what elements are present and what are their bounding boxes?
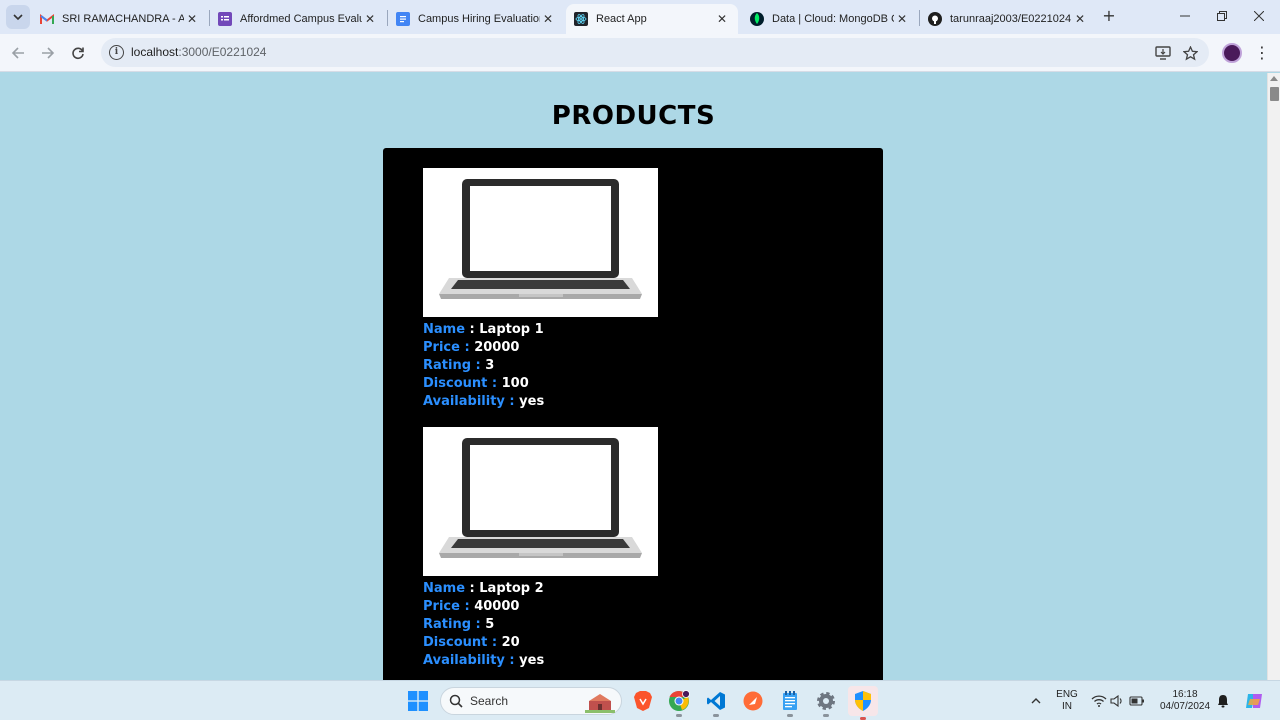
browser-toolbar: i localhost:3000/E0221024 ⋮ bbox=[0, 34, 1280, 72]
chevron-up-icon[interactable] bbox=[1024, 689, 1048, 713]
tab-github[interactable]: tarunraaj2003/E0221024 ✕ bbox=[920, 4, 1096, 34]
search-placeholder: Search bbox=[470, 694, 509, 708]
menu-dots-icon[interactable]: ⋮ bbox=[1254, 43, 1270, 63]
product-availability: Availability : yes bbox=[423, 653, 545, 668]
arrow-right-icon bbox=[42, 47, 55, 59]
bookmark-star-icon[interactable] bbox=[1181, 44, 1199, 62]
product-rating: Rating : 3 bbox=[423, 358, 495, 373]
restore-icon[interactable] bbox=[1214, 8, 1230, 24]
security-shield-icon[interactable] bbox=[848, 686, 878, 720]
tab-title: SRI RAMACHANDRA - Affo bbox=[62, 13, 184, 25]
tab-title: Campus Hiring Evaluation bbox=[418, 13, 540, 25]
back-button[interactable] bbox=[8, 43, 28, 63]
battery-icon[interactable] bbox=[1128, 689, 1146, 713]
product-availability: Availability : yes bbox=[423, 394, 545, 409]
vscode-icon[interactable] bbox=[704, 689, 728, 717]
page-viewport: PRODUCTS Name : Laptop 1 Price : 20000 R… bbox=[0, 73, 1267, 680]
product-card: Name : Laptop 1 Price : 20000 Rating : 3… bbox=[423, 168, 723, 411]
close-icon[interactable]: ✕ bbox=[1072, 11, 1088, 27]
product-name: Name : Laptop 2 bbox=[423, 581, 544, 596]
product-price: Price : 20000 bbox=[423, 340, 520, 355]
close-icon[interactable]: ✕ bbox=[184, 11, 200, 27]
product-name: Name : Laptop 1 bbox=[423, 322, 544, 337]
copilot-icon[interactable] bbox=[1242, 689, 1266, 713]
forms-icon bbox=[218, 12, 232, 26]
product-card: Name : Laptop 2 Price : 40000 Rating : 5… bbox=[423, 427, 723, 670]
github-icon bbox=[928, 12, 942, 26]
minimize-icon[interactable] bbox=[1177, 8, 1193, 24]
window-close-icon[interactable] bbox=[1251, 8, 1267, 24]
site-info-icon[interactable]: i bbox=[109, 45, 124, 60]
install-app-icon[interactable] bbox=[1154, 44, 1172, 62]
docs-icon bbox=[396, 12, 410, 26]
search-highlight-image bbox=[585, 694, 615, 713]
url-text[interactable]: localhost:3000/E0221024 bbox=[131, 45, 266, 59]
running-indicator bbox=[676, 714, 682, 717]
search-icon bbox=[449, 694, 463, 708]
settings-gear-icon[interactable] bbox=[814, 689, 838, 717]
close-icon[interactable]: ✕ bbox=[540, 11, 556, 27]
clock[interactable]: 16:18 04/07/2024 bbox=[1150, 689, 1220, 713]
product-discount: Discount : 20 bbox=[423, 635, 520, 650]
reload-icon bbox=[72, 47, 84, 60]
tab-title: tarunraaj2003/E0221024 bbox=[950, 13, 1072, 25]
products-panel: Name : Laptop 1 Price : 20000 Rating : 3… bbox=[383, 148, 883, 680]
close-icon[interactable]: ✕ bbox=[362, 11, 378, 27]
laptop-image bbox=[423, 168, 658, 317]
windows-taskbar: Search ENG IN 16:18 04/07/2024 bbox=[0, 680, 1280, 720]
volume-icon[interactable] bbox=[1108, 689, 1126, 713]
reload-button[interactable] bbox=[68, 43, 88, 63]
notepad-icon[interactable] bbox=[778, 689, 802, 717]
scroll-up-arrow-icon[interactable] bbox=[1270, 76, 1278, 81]
tab-title: React App bbox=[596, 13, 647, 25]
mongodb-icon bbox=[750, 12, 764, 26]
tab-strip: SRI RAMACHANDRA - Affo ✕ Affordmed Campu… bbox=[0, 0, 1280, 34]
product-discount: Discount : 100 bbox=[423, 376, 529, 391]
language-indicator[interactable]: ENG IN bbox=[1052, 689, 1082, 713]
arrow-left-icon bbox=[11, 47, 24, 59]
wifi-icon[interactable] bbox=[1090, 689, 1108, 713]
postman-icon[interactable] bbox=[741, 689, 765, 713]
laptop-image bbox=[423, 427, 658, 576]
vertical-scrollbar[interactable] bbox=[1267, 73, 1280, 680]
running-indicator bbox=[713, 714, 719, 717]
tab-search-button[interactable] bbox=[6, 5, 30, 29]
close-icon[interactable]: ✕ bbox=[894, 11, 910, 27]
taskbar-search-box[interactable]: Search bbox=[440, 687, 622, 715]
chevron-down-icon bbox=[13, 14, 23, 21]
close-icon[interactable]: ✕ bbox=[714, 11, 730, 27]
forward-button[interactable] bbox=[38, 43, 58, 63]
running-indicator bbox=[823, 714, 829, 717]
product-price: Price : 40000 bbox=[423, 599, 520, 614]
tab-docs[interactable]: Campus Hiring Evaluation ✕ bbox=[388, 4, 564, 34]
tab-title: Affordmed Campus Evalua bbox=[240, 13, 362, 25]
tab-gmail[interactable]: SRI RAMACHANDRA - Affo ✕ bbox=[32, 4, 208, 34]
running-indicator bbox=[787, 714, 793, 717]
tab-title: Data | Cloud: MongoDB Cl bbox=[772, 13, 894, 25]
chrome-icon[interactable] bbox=[667, 689, 691, 717]
brave-browser-icon[interactable] bbox=[631, 689, 655, 713]
tab-react-app[interactable]: React App ✕ bbox=[566, 4, 738, 34]
scroll-thumb[interactable] bbox=[1270, 87, 1279, 101]
new-tab-button[interactable]: + bbox=[1100, 8, 1118, 26]
address-bar[interactable]: i localhost:3000/E0221024 bbox=[101, 38, 1209, 67]
windows-start-icon[interactable] bbox=[406, 689, 430, 713]
react-icon bbox=[574, 12, 588, 26]
profile-avatar[interactable] bbox=[1222, 43, 1242, 63]
tab-forms[interactable]: Affordmed Campus Evalua ✕ bbox=[210, 4, 386, 34]
tab-mongodb[interactable]: Data | Cloud: MongoDB Cl ✕ bbox=[742, 4, 918, 34]
notification-bell-icon[interactable] bbox=[1213, 689, 1233, 713]
gmail-icon bbox=[40, 12, 54, 26]
product-rating: Rating : 5 bbox=[423, 617, 495, 632]
page-title: PRODUCTS bbox=[551, 101, 716, 131]
